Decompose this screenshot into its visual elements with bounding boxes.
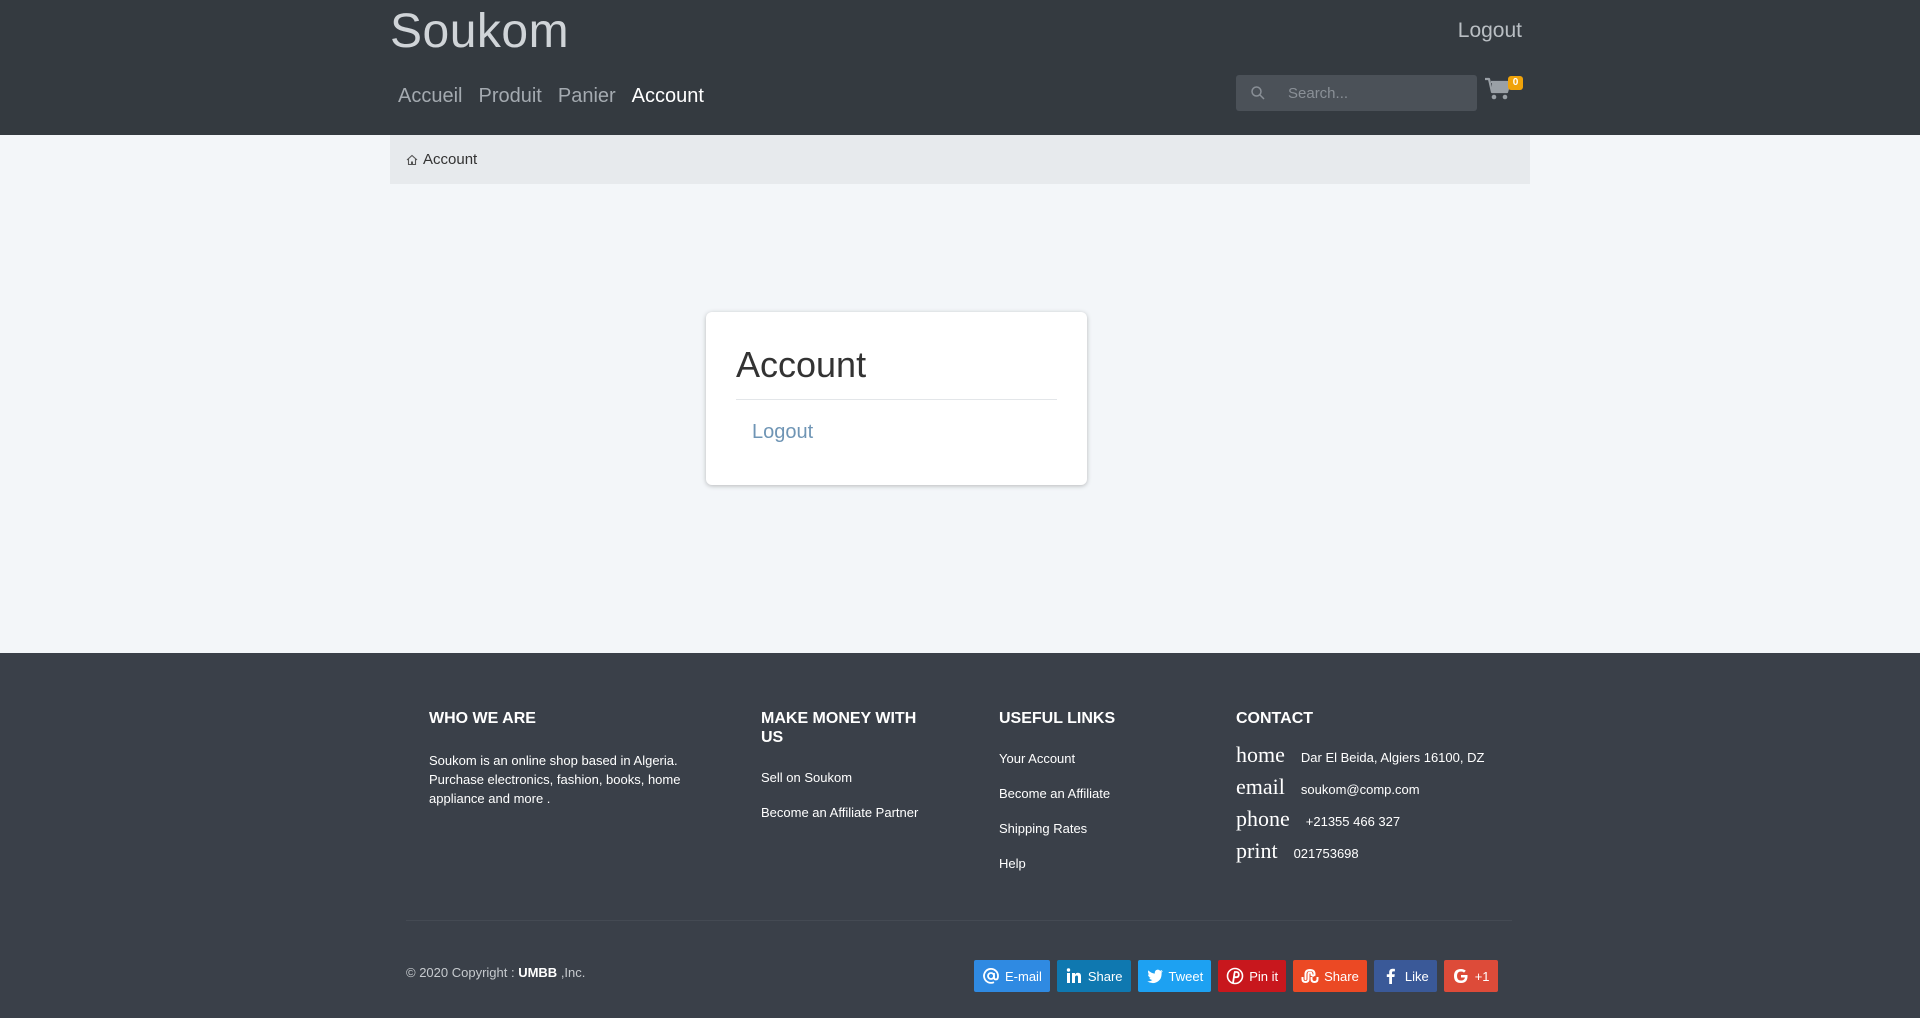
share-linkedin-label: Share — [1087, 968, 1123, 984]
share-twitter-button[interactable]: Tweet — [1137, 960, 1212, 992]
account-card-title: Account — [736, 344, 867, 385]
footer-who-we-are: WHO WE ARE Soukom is an online shop base… — [429, 709, 689, 808]
nav-item-panier[interactable]: Panier — [558, 85, 616, 108]
share-pinterest-button[interactable]: Pin it — [1218, 960, 1287, 992]
footer-heading-contact: CONTACT — [1236, 710, 1314, 727]
home-icon: home — [1236, 742, 1285, 767]
header-logout-link[interactable]: Logout — [1458, 19, 1522, 43]
at-icon — [983, 967, 999, 984]
share-google-plus-label: +1 — [1474, 968, 1490, 984]
footer-who-text: Soukom is an online shop based in Algeri… — [429, 753, 681, 806]
footer-link-help[interactable]: Help — [999, 856, 1026, 871]
search-box — [1236, 75, 1477, 111]
breadcrumb: Account — [390, 135, 1530, 184]
google-plus-icon — [1453, 969, 1468, 983]
brand-logo[interactable]: Soukom — [390, 4, 569, 59]
contact-fax-text: 021753698 — [1293, 846, 1359, 861]
share-facebook-label: Like — [1404, 968, 1429, 984]
copyright-prefix: © 2020 Copyright : — [406, 965, 519, 980]
email-icon: email — [1236, 774, 1285, 799]
footer-useful-links: USEFUL LINKS Your Account Become an Affi… — [999, 709, 1179, 891]
share-email-label: E-mail — [1005, 968, 1042, 984]
contact-phone-text: +21355 466 327 — [1305, 814, 1401, 829]
linkedin-icon — [1066, 968, 1081, 983]
stumbleupon-icon — [1301, 968, 1319, 984]
site-header: Soukom Logout Accueil Produit Panier Acc… — [0, 0, 1920, 135]
pinterest-icon — [1226, 967, 1244, 985]
share-linkedin-button[interactable]: Share — [1056, 960, 1131, 992]
contact-fax: print 021753698 — [1236, 838, 1526, 870]
cart-count-badge: 0 — [1508, 76, 1523, 90]
footer-heading-useful: USEFUL LINKS — [999, 710, 1116, 727]
share-pinterest-label: Pin it — [1249, 968, 1279, 984]
footer-link-affiliate-partner[interactable]: Become an Affiliate Partner — [761, 805, 918, 820]
site-footer: WHO WE ARE Soukom is an online shop base… — [0, 653, 1920, 1018]
footer-link-sell[interactable]: Sell on Soukom — [761, 770, 852, 785]
nav-item-account[interactable]: Account — [632, 85, 704, 108]
copyright-suffix: ,Inc. — [557, 965, 586, 980]
footer-heading-money: MAKE MONEY WITH US — [761, 710, 917, 746]
contact-phone: phone +21355 466 327 — [1236, 806, 1526, 838]
search-icon — [1251, 86, 1265, 100]
home-icon[interactable] — [406, 154, 418, 166]
breadcrumb-current: Account — [423, 151, 478, 168]
footer-heading-who: WHO WE ARE — [429, 710, 536, 727]
share-stumbleupon-label: Share — [1324, 968, 1359, 984]
share-twitter-label: Tweet — [1168, 968, 1204, 984]
footer-contact: CONTACT home Dar El Beida, Algiers 16100… — [1236, 709, 1526, 870]
main-nav: Accueil Produit Panier Account — [398, 85, 704, 108]
account-card: Account Logout — [706, 312, 1087, 485]
contact-email-text: soukom@comp.com — [1300, 782, 1420, 797]
card-logout-link[interactable]: Logout — [752, 421, 813, 444]
contact-address: home Dar El Beida, Algiers 16100, DZ — [1236, 742, 1526, 774]
share-facebook-button[interactable]: Like — [1373, 960, 1437, 992]
footer-link-become-affiliate[interactable]: Become an Affiliate — [999, 786, 1110, 801]
print-icon: print — [1236, 838, 1278, 863]
copyright: © 2020 Copyright : UMBB ,Inc. — [406, 965, 585, 980]
contact-email: email soukom@comp.com — [1236, 774, 1526, 806]
search-input[interactable] — [1288, 75, 1468, 111]
share-email-button[interactable]: E-mail — [974, 960, 1050, 992]
phone-icon: phone — [1236, 806, 1290, 831]
footer-divider — [406, 920, 1512, 921]
nav-item-accueil[interactable]: Accueil — [398, 85, 462, 108]
footer-link-your-account[interactable]: Your Account — [999, 751, 1075, 766]
share-stumbleupon-button[interactable]: Share — [1293, 960, 1367, 992]
copyright-brand[interactable]: UMBB — [518, 965, 557, 980]
twitter-icon — [1146, 969, 1163, 984]
share-google-plus-button[interactable]: +1 — [1443, 960, 1498, 992]
card-divider — [736, 399, 1057, 400]
nav-item-produit[interactable]: Produit — [478, 85, 541, 108]
contact-address-text: Dar El Beida, Algiers 16100, DZ — [1300, 750, 1485, 765]
footer-make-money: MAKE MONEY WITH US Sell on Soukom Become… — [761, 709, 941, 840]
facebook-icon — [1386, 968, 1395, 984]
share-buttons: E-mail Share Tweet Pin it Share Like +1 — [974, 960, 1498, 992]
footer-link-shipping-rates[interactable]: Shipping Rates — [999, 821, 1087, 836]
